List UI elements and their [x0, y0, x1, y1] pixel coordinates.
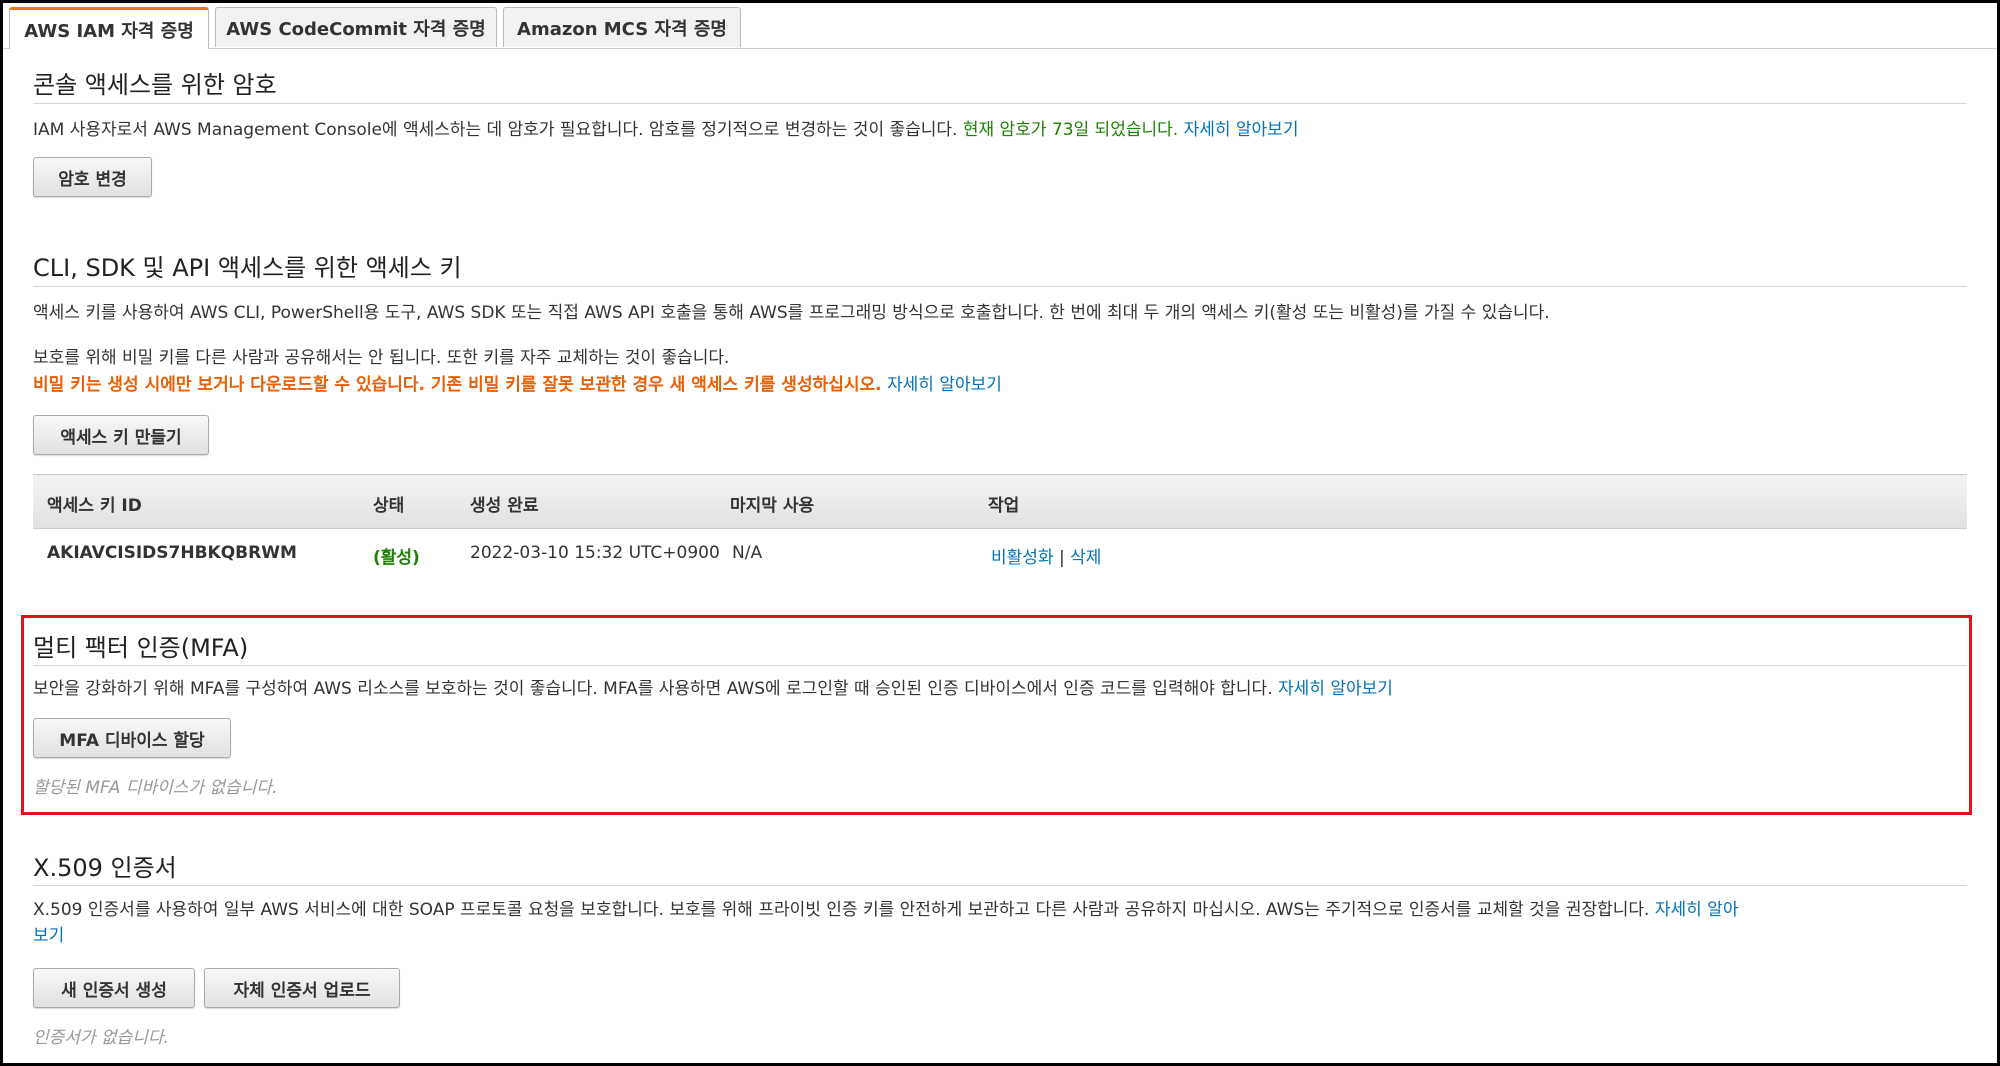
access-keys-warning-line: 비밀 키는 생성 시에만 보거나 다운로드할 수 있습니다. 기존 비밀 키를 … — [33, 370, 1002, 395]
column-header-last-used[interactable]: 마지막 사용 — [730, 491, 814, 516]
access-keys-learn-more-link[interactable]: 자세히 알아보기 — [887, 375, 1002, 395]
x509-learn-more-link-continued[interactable]: 보기 — [33, 921, 64, 946]
mfa-description: 보안을 강화하기 위해 MFA를 구성하여 AWS 리소스를 보호하는 것이 좋… — [33, 679, 1273, 699]
x509-description-line: X.509 인증서를 사용하여 일부 AWS 서비스에 대한 SOAP 프로토콜… — [33, 895, 1738, 920]
mfa-description-line: 보안을 강화하기 위해 MFA를 구성하여 AWS 리소스를 보호하는 것이 좋… — [33, 674, 1393, 699]
access-keys-security-note: 보호를 위해 비밀 키를 다른 사람과 공유해서는 안 됩니다. 또한 키를 자… — [33, 348, 730, 368]
status-badge: (활성) — [373, 548, 420, 568]
column-header-status[interactable]: 상태 — [373, 491, 404, 516]
divider — [33, 103, 1967, 104]
row-actions: 비활성화 | 삭제 — [991, 543, 1101, 568]
no-certificate-message: 인증서가 없습니다. — [33, 1028, 169, 1048]
divider — [33, 286, 1967, 287]
mfa-highlight-box — [21, 615, 1972, 815]
console-password-description: IAM 사용자로서 AWS Management Console에 액세스하는 … — [33, 115, 1298, 140]
mfa-learn-more-link[interactable]: 자세히 알아보기 — [1278, 679, 1393, 699]
created-date: 2022-03-10 15:32 UTC+0900 — [470, 543, 720, 563]
password-age-status: 현재 암호가 73일 되었습니다. — [962, 120, 1179, 140]
secret-key-warning: 비밀 키는 생성 시에만 보거나 다운로드할 수 있습니다. 기존 비밀 키를 … — [33, 375, 882, 395]
access-key-id: AKIAVCISIDS7HBKQBRWM — [47, 543, 297, 563]
iam-credentials-page: AWS IAM 자격 증명 AWS CodeCommit 자격 증명 Amazo… — [3, 3, 1997, 1063]
deactivate-key-link[interactable]: 비활성화 — [991, 548, 1054, 568]
x509-title: X.509 인증서 — [33, 854, 177, 882]
create-certificate-button[interactable]: 새 인증서 생성 — [33, 968, 195, 1008]
x509-description: X.509 인증서를 사용하여 일부 AWS 서비스에 대한 SOAP 프로토콜… — [33, 900, 1650, 920]
no-mfa-device-message: 할당된 MFA 디바이스가 없습니다. — [33, 778, 278, 798]
access-keys-table-header: 액세스 키 ID 상태 생성 완료 마지막 사용 작업 — [33, 474, 1967, 529]
tab-mcs-credentials[interactable]: Amazon MCS 자격 증명 — [503, 7, 741, 47]
assign-mfa-device-button[interactable]: MFA 디바이스 할당 — [33, 718, 231, 758]
access-keys-description: 액세스 키를 사용하여 AWS CLI, PowerShell용 도구, AWS… — [33, 303, 1550, 323]
last-used: N/A — [732, 543, 763, 563]
divider — [33, 885, 1967, 886]
tab-iam-credentials[interactable]: AWS IAM 자격 증명 — [9, 7, 209, 49]
column-header-key-id[interactable]: 액세스 키 ID — [47, 491, 142, 516]
create-access-key-button[interactable]: 액세스 키 만들기 — [33, 415, 209, 455]
console-password-text: IAM 사용자로서 AWS Management Console에 액세스하는 … — [33, 120, 958, 140]
column-header-created[interactable]: 생성 완료 — [470, 491, 538, 516]
console-password-title: 콘솔 액세스를 위한 암호 — [33, 71, 277, 99]
tab-codecommit-credentials[interactable]: AWS CodeCommit 자격 증명 — [215, 7, 497, 47]
change-password-button[interactable]: 암호 변경 — [33, 157, 152, 197]
mfa-title: 멀티 팩터 인증(MFA) — [33, 634, 249, 662]
divider — [33, 665, 1967, 666]
action-separator: | — [1058, 548, 1065, 568]
console-learn-more-link[interactable]: 자세히 알아보기 — [1184, 120, 1299, 140]
upload-certificate-button[interactable]: 자체 인증서 업로드 — [204, 968, 400, 1008]
delete-key-link[interactable]: 삭제 — [1070, 548, 1101, 568]
x509-learn-more-link[interactable]: 자세히 알아 — [1655, 900, 1739, 920]
credentials-tab-bar: AWS IAM 자격 증명 AWS CodeCommit 자격 증명 Amazo… — [3, 3, 1997, 49]
column-header-actions: 작업 — [988, 496, 1020, 516]
access-keys-title: CLI, SDK 및 API 액세스를 위한 액세스 키 — [33, 254, 462, 282]
